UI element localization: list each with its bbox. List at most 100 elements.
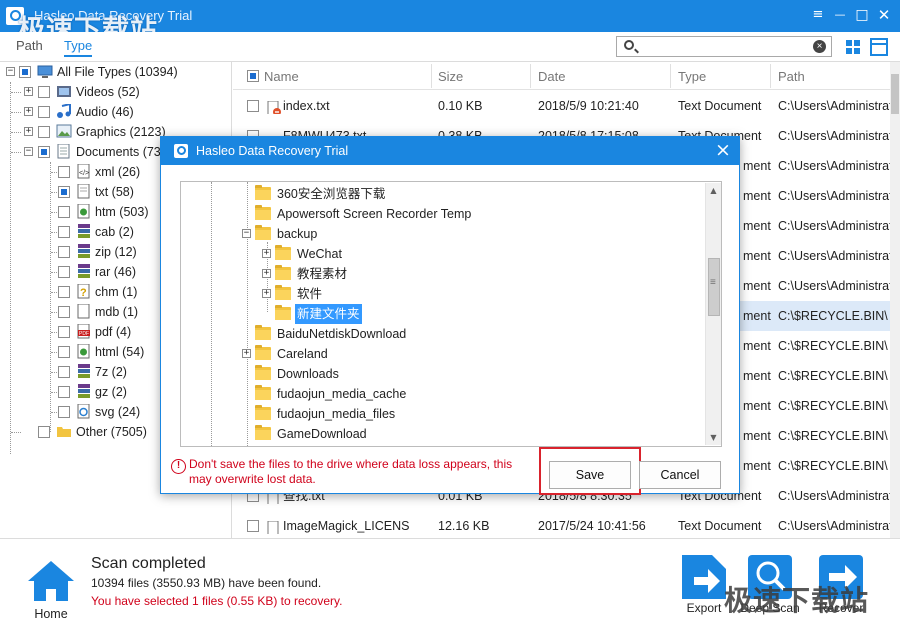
tree-checkbox[interactable] (38, 86, 50, 98)
tree-checkbox[interactable] (38, 426, 50, 438)
file-list-scrollbar[interactable] (890, 62, 900, 538)
expand-icon[interactable]: + (262, 269, 271, 278)
document-icon (56, 143, 72, 159)
tree-checkbox[interactable] (58, 346, 70, 358)
column-name[interactable]: Name (264, 69, 299, 84)
folder-icon (255, 365, 271, 380)
archive-file-icon (76, 364, 92, 379)
clear-search-icon[interactable]: × (813, 40, 826, 53)
tree-checkbox[interactable] (58, 286, 70, 298)
folder-icon (255, 225, 271, 240)
status-bar: Home Scan completed 10394 files (3550.93… (0, 538, 900, 630)
html-file-icon (76, 343, 92, 359)
tree-item-audio[interactable]: + Audio (46) (0, 102, 232, 122)
tree-checkbox[interactable] (58, 166, 70, 178)
expand-icon[interactable]: + (24, 87, 33, 96)
xml-file-icon: </> (76, 163, 92, 179)
search-input[interactable] (641, 39, 811, 54)
menu-icon[interactable]: ≡ (809, 6, 827, 24)
tree-checkbox[interactable] (58, 186, 70, 198)
scroll-up-icon[interactable]: ▲ (706, 183, 721, 198)
export-icon (682, 555, 726, 599)
tab-path[interactable]: Path (16, 38, 43, 53)
folder-icon (56, 424, 72, 439)
chm-file-icon: ? (76, 283, 92, 299)
expand-icon[interactable]: + (262, 249, 271, 258)
app-logo-icon (174, 144, 188, 158)
minimize-button[interactable]: — (831, 6, 849, 24)
tree-checkbox[interactable] (58, 226, 70, 238)
cancel-button[interactable]: Cancel (639, 461, 721, 489)
tree-checkbox[interactable] (58, 386, 70, 398)
tree-checkbox[interactable] (58, 406, 70, 418)
tree-checkbox[interactable] (58, 326, 70, 338)
svg-text:?: ? (80, 287, 87, 299)
archive-file-icon (76, 384, 92, 399)
column-path[interactable]: Path (778, 69, 805, 84)
expand-icon[interactable]: + (24, 107, 33, 116)
close-button[interactable]: ✕ (875, 6, 893, 24)
image-icon (56, 124, 72, 139)
archive-file-icon (76, 224, 92, 239)
scan-status-title: Scan completed (91, 555, 206, 572)
save-button[interactable]: Save (549, 461, 631, 489)
folder-icon (255, 325, 271, 340)
home-button[interactable]: Home (24, 557, 78, 629)
computer-icon (37, 64, 53, 79)
search-box: × (616, 36, 832, 57)
scan-files-found: 10394 files (3550.93 MB) have been found… (91, 576, 322, 590)
title-bar: Hasleo Data Recovery Trial 极速下载站 ≡ — □ ✕ (0, 0, 900, 45)
svg-text:</>: </> (79, 170, 89, 177)
grid-view-icon[interactable] (846, 40, 860, 54)
table-row[interactable]: ImageMagick_LICENS 12.16 KB 2017/5/24 10… (233, 511, 890, 538)
preview-panel-icon[interactable] (870, 38, 888, 56)
collapse-icon[interactable]: − (24, 147, 33, 156)
tree-checkbox[interactable] (58, 306, 70, 318)
pdf-file-icon: PDF (76, 323, 92, 339)
row-checkbox[interactable] (247, 100, 259, 112)
tree-checkbox[interactable] (38, 126, 50, 138)
home-icon (28, 561, 74, 601)
folder-icon (275, 305, 291, 320)
tree-checkbox[interactable] (38, 106, 50, 118)
folder-icon (275, 265, 291, 280)
tree-checkbox[interactable] (58, 366, 70, 378)
tree-checkbox[interactable] (58, 246, 70, 258)
txt-file-icon (266, 518, 282, 534)
collapse-icon[interactable]: − (242, 229, 251, 238)
folder-tree-scrollbar[interactable]: ▲ ▼ (705, 183, 721, 445)
expand-icon[interactable]: + (242, 349, 251, 358)
tree-checkbox[interactable] (38, 146, 50, 158)
tree-item-videos[interactable]: + Videos (52) (0, 82, 232, 102)
folder-tree: 360安全浏览器下载 Apowersoft Screen Recorder Te… (180, 181, 722, 447)
tree-checkbox[interactable] (58, 206, 70, 218)
dialog-close-icon[interactable]: × (713, 140, 733, 160)
warning-icon: ! (171, 459, 186, 474)
expand-icon[interactable]: + (262, 289, 271, 298)
svg-text:PDF: PDF (79, 331, 89, 337)
column-date[interactable]: Date (538, 69, 565, 84)
expand-icon[interactable]: + (24, 127, 33, 136)
tree-checkbox[interactable] (58, 266, 70, 278)
column-size[interactable]: Size (438, 69, 463, 84)
tree-item-all[interactable]: − All File Types (10394) (0, 62, 232, 82)
search-icon (624, 40, 634, 50)
folder-icon (275, 285, 291, 300)
tree-checkbox[interactable] (19, 66, 31, 78)
music-note-icon (56, 102, 72, 119)
row-checkbox[interactable] (247, 520, 259, 532)
column-type[interactable]: Type (678, 69, 706, 84)
scroll-thumb[interactable] (708, 258, 720, 316)
maximize-button[interactable]: □ (853, 6, 871, 24)
table-row[interactable]: index.txt 0.10 KB 2018/5/9 10:21:40 Text… (233, 91, 890, 121)
selection-summary: You have selected 1 files (0.55 KB) to r… (91, 594, 343, 608)
export-button[interactable]: Export (680, 553, 728, 615)
collapse-icon[interactable]: − (6, 67, 15, 76)
folder-icon (255, 185, 271, 200)
svg-file-icon (76, 403, 92, 419)
tab-type[interactable]: Type (64, 38, 93, 57)
scroll-down-icon[interactable]: ▼ (706, 430, 721, 445)
txt-file-icon (266, 98, 282, 114)
htm-file-icon (76, 203, 92, 219)
select-all-checkbox[interactable] (247, 70, 259, 82)
